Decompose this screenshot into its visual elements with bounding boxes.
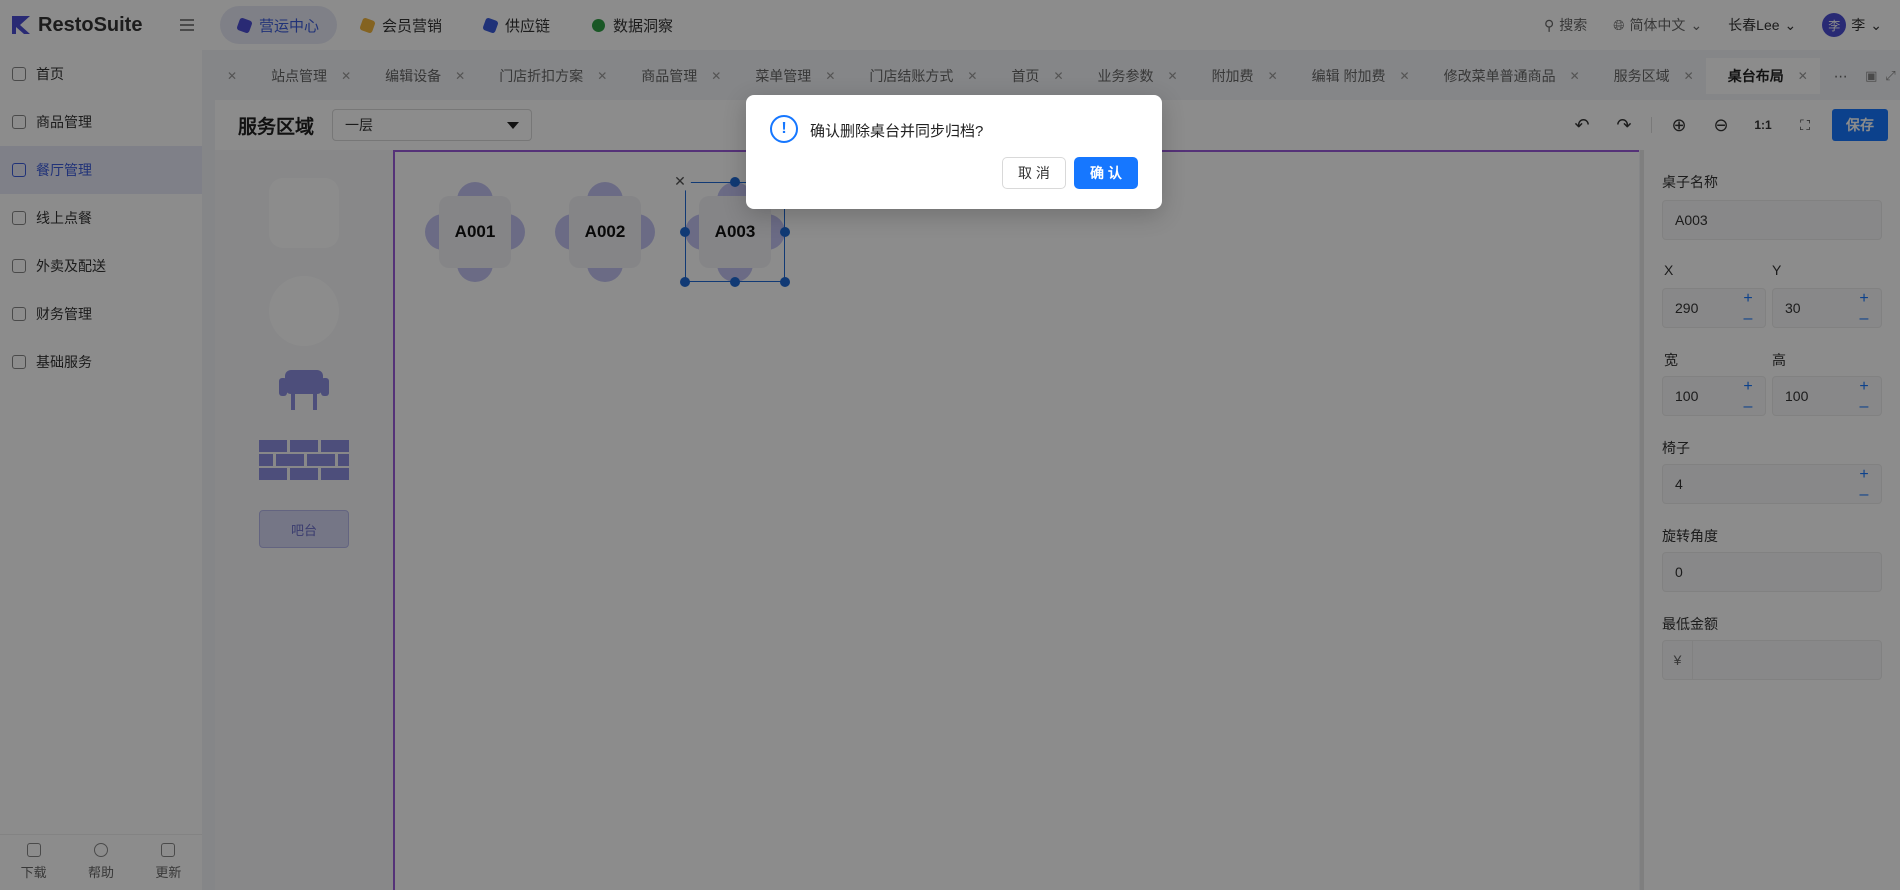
- app-root: RestoSuite 营运中心 会员营销 供应链 数据洞察 ⚲ 搜索 🌐︎ 简体…: [0, 0, 1900, 890]
- exclamation-icon: !: [770, 115, 798, 143]
- dialog-message: 确认删除桌台并同步归档?: [810, 123, 984, 140]
- confirm-button[interactable]: 确 认: [1074, 157, 1138, 189]
- confirm-dialog: ! 确认删除桌台并同步归档? 取 消 确 认: [746, 95, 1162, 209]
- cancel-button[interactable]: 取 消: [1002, 157, 1066, 189]
